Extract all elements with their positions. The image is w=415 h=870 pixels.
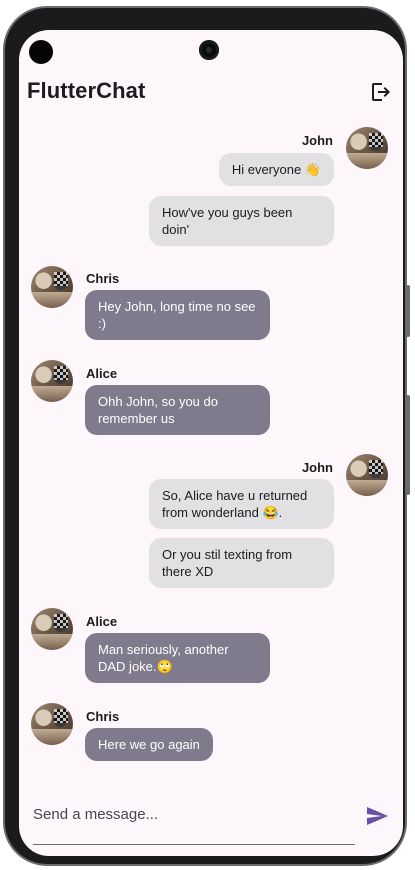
avatar <box>346 127 388 169</box>
volume-button <box>406 395 410 495</box>
power-button <box>406 285 410 337</box>
send-icon[interactable] <box>365 804 389 828</box>
sender-name: Chris <box>86 271 120 286</box>
app-bar: FlutterChat <box>19 74 403 110</box>
message-bubble[interactable]: Hey John, long time no see :) <box>85 290 270 340</box>
logout-icon[interactable] <box>369 80 393 104</box>
message-bubble[interactable]: Here we go again <box>85 728 213 761</box>
message-input-placeholder: Send a message... <box>33 806 159 823</box>
sender-name: John <box>301 133 333 148</box>
chat-screen: FlutterChat John Hi everyone 👋 How've yo… <box>19 30 403 856</box>
message-bubble[interactable]: So, Alice have u returned from wonderlan… <box>149 479 334 529</box>
avatar <box>31 266 73 308</box>
message-bubble[interactable]: How've you guys been doin' <box>149 196 334 246</box>
avatar <box>31 360 73 402</box>
phone-frame: FlutterChat John Hi everyone 👋 How've yo… <box>3 6 407 866</box>
message-bubble[interactable]: Hi everyone 👋 <box>218 153 334 186</box>
sender-name: Alice <box>86 614 118 629</box>
message-bubble[interactable]: Ohh John, so you do remember us <box>85 385 270 435</box>
app-title: FlutterChat <box>27 78 146 103</box>
avatar <box>31 703 73 745</box>
message-input[interactable]: Send a message... <box>33 800 355 845</box>
camera-cutout <box>29 40 53 64</box>
sender-name: John <box>301 460 333 475</box>
sender-name: Chris <box>86 709 120 724</box>
front-camera <box>199 40 219 60</box>
message-bubble[interactable]: Or you stil texting from there XD <box>149 538 334 588</box>
avatar <box>31 608 73 650</box>
sender-name: Alice <box>86 366 118 381</box>
avatar <box>346 454 388 496</box>
message-bubble[interactable]: Man seriously, another DAD joke.🙄 <box>85 633 270 683</box>
